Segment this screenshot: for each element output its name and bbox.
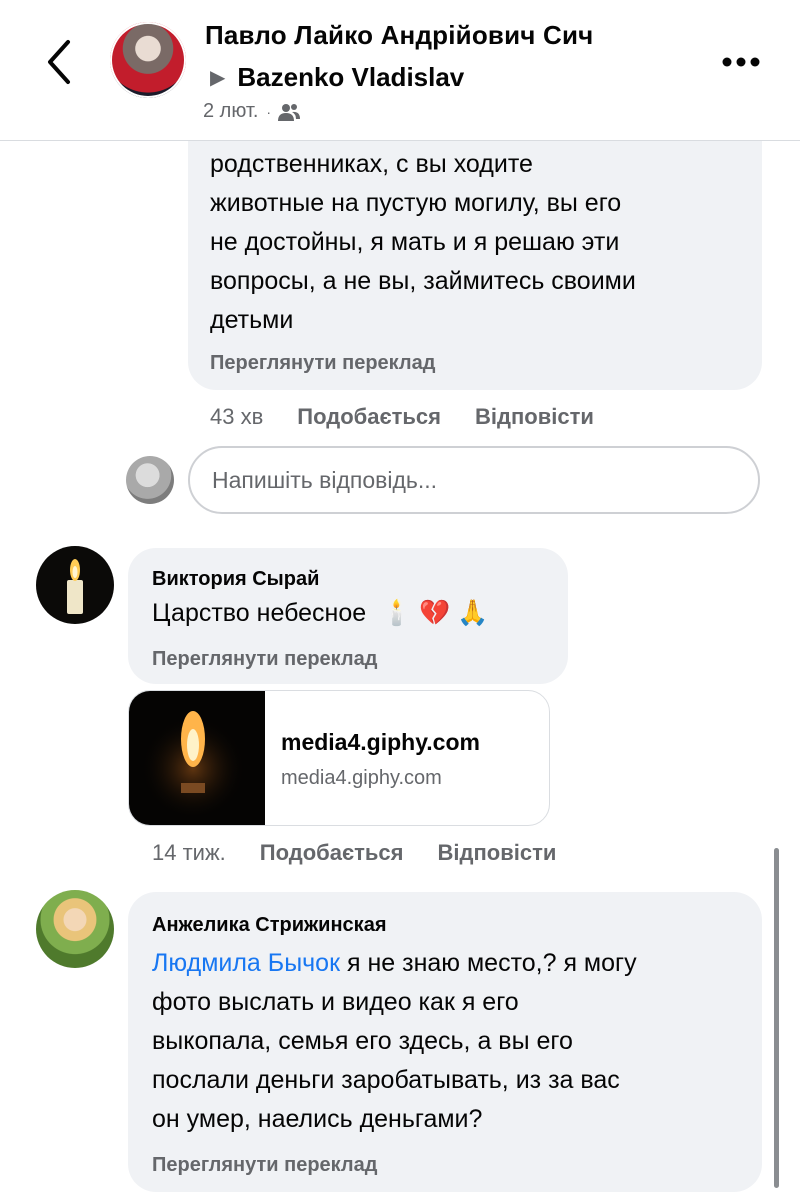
see-translation-link[interactable]: Переглянути переклад — [210, 352, 435, 375]
like-button[interactable]: Подобається — [260, 840, 404, 866]
comment-actions: 14 тиж. Подобається Відповісти — [152, 840, 590, 866]
arrow-right-icon: ▶ — [210, 67, 226, 89]
link-thumbnail — [129, 691, 265, 825]
user-avatar — [126, 456, 174, 504]
comment-actions: 43 хв Подобається Відповісти — [210, 404, 628, 430]
like-button[interactable]: Подобається — [297, 404, 441, 430]
broken-heart-emoji: 💔 — [419, 599, 451, 627]
author-avatar[interactable] — [110, 22, 186, 98]
link-preview-card[interactable]: media4.giphy.com media4.giphy.com — [128, 690, 550, 826]
link-domain: media4.giphy.com — [281, 767, 442, 789]
link-title: media4.giphy.com — [281, 729, 480, 755]
comment-text-body: Царство небесное — [152, 599, 367, 627]
comment-text: Царство небесное 🕯️ 💔 🙏 — [152, 594, 488, 633]
chevron-left-icon — [48, 40, 70, 84]
commenter-avatar[interactable] — [36, 890, 114, 968]
back-button[interactable] — [38, 34, 82, 90]
see-translation-link[interactable]: Переглянути переклад — [152, 1154, 377, 1177]
reply-input[interactable] — [188, 446, 760, 514]
author-name[interactable]: Павло Лайко Андрійович Сич — [205, 20, 593, 51]
comment-text-line: не достойны, я мать и я решаю эти — [210, 228, 620, 256]
comment-time[interactable]: 14 тиж. — [152, 840, 226, 866]
comment-text-line: Людмила Бычок я не знаю место,? я могу — [152, 944, 637, 983]
candle-emoji: 🕯️ — [381, 599, 413, 627]
reply-button[interactable]: Відповісти — [438, 840, 557, 866]
more-options-button[interactable] — [716, 44, 766, 80]
commenter-name[interactable]: Виктория Сырай — [152, 568, 319, 591]
mention-link[interactable]: Людмила Бычок — [152, 949, 340, 977]
candle-flame-icon — [141, 711, 245, 815]
praying-hands-emoji: 🙏 — [457, 599, 489, 627]
commenter-name[interactable]: Анжелика Стрижинская — [152, 914, 386, 937]
friends-icon — [278, 103, 301, 121]
post-date[interactable]: 2 лют. — [203, 100, 258, 123]
scrollbar[interactable] — [774, 848, 779, 1188]
comment-text-line: фото выслать и видео как я его — [152, 988, 519, 1016]
comment-text-line: вопросы, а не вы, займитесь своими — [210, 267, 636, 295]
meta-separator: · — [266, 103, 272, 120]
comment-text-line: родственниках, с вы ходите — [210, 150, 533, 178]
reply-button[interactable]: Відповісти — [475, 404, 594, 430]
comment-text-line: детьми — [210, 306, 294, 334]
candle-icon — [67, 559, 83, 614]
see-translation-link[interactable]: Переглянути переклад — [152, 648, 377, 671]
comment-text-body: я не знаю место,? я могу — [340, 949, 637, 977]
comment-text-line: он умер, наелись деньгами? — [152, 1105, 483, 1133]
post-header: Павло Лайко Андрійович Сич ▶ Bazenko Vla… — [0, 0, 800, 141]
target-line: ▶ Bazenko Vladislav — [210, 62, 464, 93]
target-name[interactable]: Bazenko Vladislav — [237, 62, 464, 93]
comment-text-line: животные на пустую могилу, вы его — [210, 189, 622, 217]
comment-time[interactable]: 43 хв — [210, 404, 263, 430]
comment-text-line: выкопала, семья его здесь, а вы его — [152, 1027, 573, 1055]
post-meta: 2 лют. · — [203, 100, 301, 123]
comment-text-line: послали деньги заробатывать, из за вас — [152, 1066, 620, 1094]
commenter-avatar[interactable] — [36, 546, 114, 624]
more-icon — [722, 57, 760, 67]
